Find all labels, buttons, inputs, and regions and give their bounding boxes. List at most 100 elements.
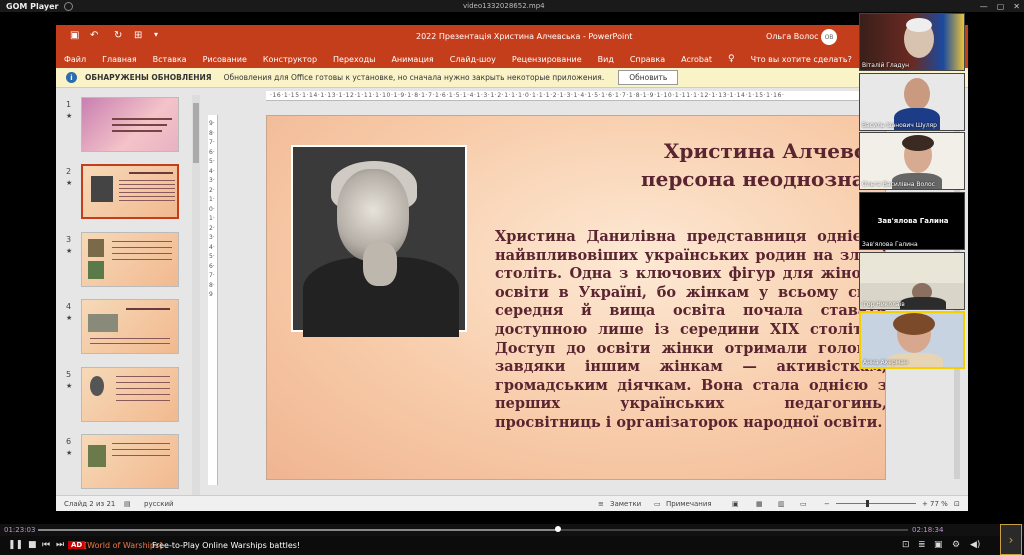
customize-toolbar-icon[interactable]: ▾ [154, 30, 158, 39]
tell-me-search[interactable]: Что вы хотите сделать? [743, 55, 860, 64]
slide-counter: Слайд 2 из 21 [64, 500, 116, 508]
slide-canvas[interactable]: Христина Алчевська персона неоднозначна … [266, 115, 886, 480]
tab-draw[interactable]: Рисование [195, 55, 255, 64]
settings-icon[interactable]: ⚙ [952, 540, 960, 550]
participant-tile[interactable]: Ігор Николаїв [859, 252, 965, 310]
tab-file[interactable]: Файл [56, 55, 94, 64]
next-arrow-button[interactable]: › [1000, 524, 1022, 555]
portrait-photo[interactable] [291, 145, 467, 337]
ad-text[interactable]: Free-to-Play Online Warships battles! [152, 541, 300, 550]
minimize-button[interactable]: — [980, 2, 988, 11]
seek-knob[interactable] [555, 526, 562, 532]
ppt-title-bar: ▣ ↶ ↻ ⊞ ▾ 2022 Презентація Христина Алче… [56, 25, 968, 50]
hruler-labels: ·16·1·15·1·14·1·13·1·12·1·11·1·10·1·9·1·… [270, 92, 785, 99]
star-icon: ★ [66, 314, 73, 322]
aspect-icon[interactable]: ⊡ [902, 540, 910, 550]
tab-home[interactable]: Главная [94, 55, 145, 64]
zoom-level[interactable]: 77 % [930, 500, 948, 508]
horizontal-ruler: ·16·1·15·1·14·1·13·1·12·1·11·1·10·1·9·1·… [266, 91, 916, 101]
infobar-text: Обновления для Office готовы к установке… [223, 73, 605, 82]
slide-body-text[interactable]: Христина Данилівна представниця однієї з… [495, 228, 885, 433]
participant-tile[interactable]: Зав'ялова Галина Зав'ялова Галина [859, 192, 965, 250]
participant-tile[interactable]: Віталій Гладун [859, 13, 965, 71]
notes-icon[interactable]: ≡ [598, 500, 604, 508]
info-icon: i [66, 72, 77, 83]
slide-title[interactable]: Христина Алчевська персона неоднозначна [607, 137, 885, 193]
slide-thumbnail-3[interactable] [81, 232, 179, 287]
undo-icon[interactable]: ↶ [90, 30, 98, 41]
user-name[interactable]: Ольга Волос [766, 32, 819, 41]
tab-view[interactable]: Вид [590, 55, 622, 64]
stop-icon[interactable]: ■ [28, 540, 37, 550]
notes-button[interactable]: Заметки [610, 500, 641, 508]
slideshow-view-icon[interactable]: ▭ [800, 500, 807, 508]
zoom-slider-knob[interactable] [866, 500, 869, 507]
zoom-out-icon[interactable]: − [824, 500, 830, 508]
tab-review[interactable]: Рецензирование [504, 55, 590, 64]
maximize-button[interactable]: ▢ [997, 2, 1005, 11]
tab-animation[interactable]: Анимация [383, 55, 441, 64]
user-avatar[interactable]: ОВ [821, 29, 837, 45]
normal-view-icon[interactable]: ▣ [732, 500, 739, 508]
comments-button[interactable]: Примечания [666, 500, 712, 508]
star-icon: ★ [66, 179, 73, 187]
tab-transitions[interactable]: Переходы [325, 55, 383, 64]
settings-icon[interactable] [64, 1, 74, 11]
thumbnails-scrollbar[interactable] [192, 95, 200, 495]
tab-help[interactable]: Справка [622, 55, 673, 64]
infobar-heading: ОБНАРУЖЕНЫ ОБНОВЛЕНИЯ [85, 73, 212, 82]
ribbon-tabs: Файл Главная Вставка Рисование Конструкт… [56, 50, 968, 68]
participant-tile[interactable]: Ольга Василівна Волос [859, 132, 965, 190]
tab-design[interactable]: Конструктор [255, 55, 325, 64]
ad-title[interactable]: [World of Warships] [84, 541, 162, 550]
zoom-in-icon[interactable]: + [922, 500, 928, 508]
app-name: GOM Player [6, 1, 59, 11]
language-indicator[interactable]: русский [144, 500, 174, 508]
speed-icon[interactable]: ▣ [934, 540, 943, 550]
tab-slideshow[interactable]: Слайд-шоу [442, 55, 504, 64]
zoom-slider[interactable] [836, 500, 916, 507]
thumb-number: 6 [66, 437, 72, 446]
save-icon[interactable]: ▣ [70, 30, 79, 41]
participant-name: Ольга Василівна Волос [862, 181, 935, 188]
volume-icon[interactable]: ◀) [970, 540, 980, 550]
comments-icon[interactable]: ▭ [654, 500, 661, 508]
redo-icon[interactable]: ↻ [114, 30, 122, 41]
thumb-number: 4 [66, 302, 72, 311]
slide-thumbnail-4[interactable] [81, 299, 179, 354]
file-name: video1332028652.mp4 [463, 2, 545, 10]
ad-badge: AD [68, 541, 86, 549]
close-button[interactable]: ✕ [1013, 2, 1020, 11]
pause-icon[interactable]: ❚❚ [8, 540, 23, 550]
thumb-number: 1 [66, 100, 72, 109]
slideshow-start-icon[interactable]: ⊞ [134, 30, 142, 41]
proofing-icon[interactable]: ▤ [124, 500, 131, 508]
previous-icon[interactable]: ⏮ [42, 540, 50, 550]
thumb-number: 3 [66, 235, 72, 244]
update-infobar: i ОБНАРУЖЕНЫ ОБНОВЛЕНИЯ Обновления для O… [56, 68, 968, 88]
player-controls: ❚❚ ■ ⏮ ⏭ AD [World of Warships] Free-to-… [0, 536, 1024, 555]
fit-slide-icon[interactable]: ⊡ [954, 500, 960, 508]
sorter-view-icon[interactable]: ▦ [756, 500, 763, 508]
total-time: 02:18:34 [912, 526, 944, 534]
tab-insert[interactable]: Вставка [145, 55, 195, 64]
player-title-bar: GOM Player video1332028652.mp4 — ▢ ✕ [0, 0, 1024, 12]
seek-bar[interactable] [38, 526, 908, 532]
slide-thumbnail-6[interactable] [81, 434, 179, 489]
update-button[interactable]: Обновить [618, 70, 679, 85]
participant-name: Ігор Николаїв [862, 301, 905, 308]
next-icon[interactable]: ⏭ [56, 540, 64, 550]
current-time: 01:23:03 [4, 526, 36, 534]
participant-tile[interactable]: Василь Іванович Шуляр [859, 73, 965, 131]
slide-thumbnail-2[interactable] [81, 164, 179, 219]
document-title: 2022 Презентація Христина Алчевська - Po… [416, 32, 633, 41]
reading-view-icon[interactable]: ▥ [778, 500, 785, 508]
tab-acrobat[interactable]: Acrobat [673, 55, 720, 64]
slide-thumbnail-5[interactable] [81, 367, 179, 422]
slide-thumbnail-1[interactable] [81, 97, 179, 152]
thumb-number: 5 [66, 370, 72, 379]
seek-bar-area: 01:23:03 02:18:34 [0, 524, 1024, 536]
status-bar: Слайд 2 из 21 ▤ русский ≡ Заметки ▭ Прим… [56, 495, 968, 511]
participant-tile[interactable]: Анна Акерман [859, 311, 965, 369]
playlist-icon[interactable]: ≣ [918, 540, 926, 550]
